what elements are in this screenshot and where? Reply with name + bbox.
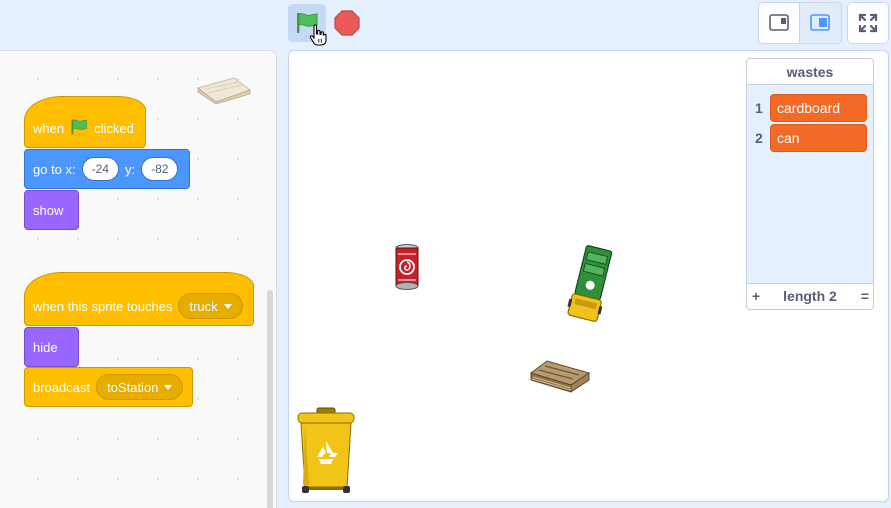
garbage-truck-icon: [567, 245, 613, 322]
normal-stage-icon: [810, 14, 830, 31]
can-sprite[interactable]: [393, 243, 421, 298]
show-block[interactable]: show: [24, 190, 79, 230]
stage[interactable]: wastes 1 cardboard 2 can + length 2 =: [288, 50, 889, 502]
sprite-thumbnail: [194, 74, 252, 111]
list-title: wastes: [747, 59, 873, 85]
small-stage-icon: [769, 14, 789, 31]
list-item-index: 2: [755, 130, 763, 146]
broadcast-message-dropdown[interactable]: toStation: [96, 374, 184, 400]
fullscreen-icon: [858, 13, 878, 33]
resize-handle[interactable]: =: [861, 288, 869, 304]
broadcast-label: broadcast: [33, 379, 91, 395]
go-to-xy-block[interactable]: go to x: -24 y: -82: [24, 149, 190, 189]
list-item-value[interactable]: cardboard: [770, 94, 867, 122]
x-value-input[interactable]: -24: [81, 157, 119, 181]
hide-block[interactable]: hide: [24, 327, 79, 367]
recycle-bin-sprite[interactable]: [295, 407, 357, 500]
clicked-label: clicked: [94, 120, 134, 136]
show-label: show: [33, 202, 64, 218]
green-flag-icon: [70, 118, 88, 139]
cardboard-thumbnail-icon: [196, 77, 252, 105]
list-length-label: length 2: [783, 288, 837, 304]
broadcast-message-value: toStation: [107, 379, 159, 395]
recycle-bin-icon: [297, 407, 355, 493]
y-label: y:: [124, 161, 136, 177]
list-item[interactable]: 1 cardboard: [747, 94, 875, 122]
small-stage-button[interactable]: [759, 3, 800, 43]
chevron-down-icon: [164, 384, 173, 390]
list-item-value[interactable]: can: [770, 124, 867, 152]
cardboard-icon: [529, 360, 591, 393]
truck-sprite[interactable]: [561, 243, 617, 334]
script-area-scrollbar[interactable]: [267, 290, 273, 508]
hide-label: hide: [33, 339, 58, 355]
list-footer: + length 2 =: [747, 283, 873, 309]
soda-can-icon: [395, 244, 419, 290]
when-sprite-touches-block[interactable]: when this sprite touches truck: [24, 272, 254, 326]
when-touches-label: when this sprite touches: [33, 298, 173, 314]
stop-button[interactable]: [334, 10, 360, 36]
touch-target-dropdown[interactable]: truck: [178, 293, 243, 319]
y-value-input[interactable]: -82: [141, 157, 179, 181]
when-flag-clicked-block[interactable]: when clicked: [24, 96, 146, 148]
list-monitor-wastes[interactable]: wastes 1 cardboard 2 can + length 2 =: [746, 58, 874, 310]
list-item-index: 1: [755, 100, 763, 116]
touch-target-value: truck: [189, 298, 218, 314]
list-item[interactable]: 2 can: [747, 124, 875, 152]
stop-sign-icon: [334, 10, 360, 36]
chevron-down-icon: [223, 303, 232, 309]
hand-cursor-icon: [309, 24, 327, 51]
fullscreen-button[interactable]: [847, 2, 889, 44]
normal-stage-button[interactable]: [800, 3, 841, 43]
go-to-x-label: go to x:: [33, 161, 76, 177]
when-label: when: [33, 120, 65, 136]
broadcast-block[interactable]: broadcast toStation: [24, 367, 193, 407]
cardboard-sprite[interactable]: [527, 359, 591, 402]
stage-size-toggle: [758, 2, 842, 44]
